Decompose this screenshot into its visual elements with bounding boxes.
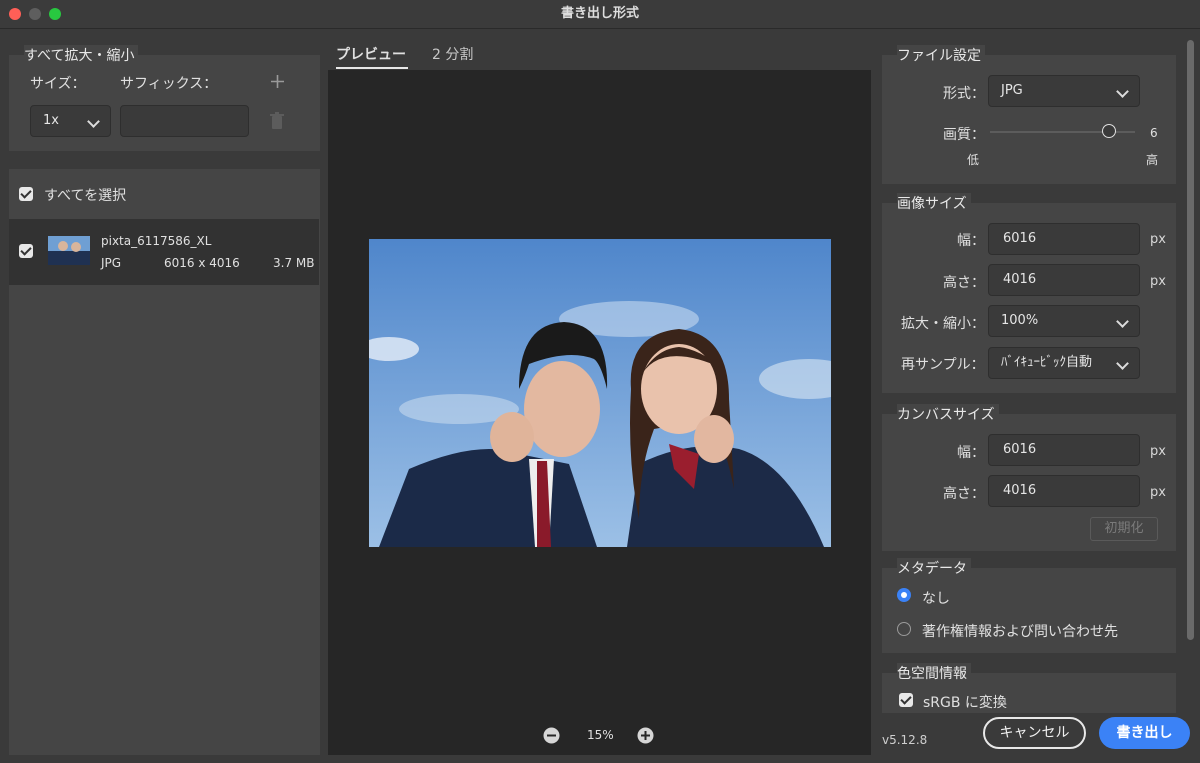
zoom-out-icon[interactable] — [543, 727, 560, 744]
image-width-unit: px — [1150, 232, 1166, 247]
size-dropdown[interactable]: 1x — [30, 105, 111, 137]
trash-icon[interactable] — [269, 112, 285, 130]
suffix-input[interactable] — [120, 105, 249, 137]
resample-value: ﾊﾞｲｷｭｰﾋﾞｯｸ自動 — [1001, 355, 1093, 370]
canvas-height-label: 高さ： — [943, 486, 985, 502]
file-settings-panel — [881, 54, 1177, 185]
add-icon[interactable] — [270, 74, 285, 89]
asset-checkbox[interactable] — [19, 244, 33, 258]
canvas-height-unit: px — [1150, 485, 1166, 500]
metadata-none-label: なし — [922, 591, 950, 607]
srgb-checkbox[interactable] — [899, 693, 913, 707]
asset-row[interactable]: pixta_6117586_XL JPG 6016 x 4016 3.7 MB — [9, 219, 319, 285]
chevron-down-icon — [1116, 315, 1129, 328]
chevron-down-icon — [1116, 357, 1129, 370]
format-label: 形式： — [943, 86, 985, 102]
image-height-label: 高さ： — [943, 275, 985, 291]
color-space-title: 色空間情報 — [897, 663, 971, 683]
tab-preview[interactable]: プレビュー — [336, 44, 406, 64]
select-all-label: すべてを選択 — [44, 188, 127, 204]
export-button[interactable]: 書き出し — [1099, 717, 1190, 749]
canvas-width-label: 幅： — [957, 445, 985, 461]
scale-value: 100% — [1001, 313, 1039, 328]
cancel-button[interactable]: キャンセル — [983, 717, 1086, 749]
image-height-unit: px — [1150, 274, 1166, 289]
canvas-width-unit: px — [1150, 444, 1166, 459]
zoom-level: 15% — [587, 728, 614, 742]
suffix-label: サフィックス： — [120, 76, 218, 92]
canvas-width-input[interactable]: 6016 — [988, 434, 1140, 466]
asset-dimensions: 6016 x 4016 — [164, 256, 240, 270]
chevron-down-icon — [87, 115, 100, 128]
metadata-copyright-radio[interactable] — [897, 622, 911, 636]
asset-filesize: 3.7 MB — [273, 256, 315, 270]
canvas-height-input[interactable]: 4016 — [988, 475, 1140, 507]
asset-format: JPG — [101, 256, 122, 270]
scale-all-panel — [8, 54, 321, 152]
metadata-copyright-label: 著作権情報および問い合わせ先 — [922, 624, 1118, 640]
image-height-input[interactable]: 4016 — [988, 264, 1140, 296]
quality-value: 6 — [1150, 126, 1158, 140]
quality-low-label: 低 — [967, 153, 980, 167]
scale-dropdown[interactable]: 100% — [988, 305, 1140, 337]
resample-dropdown[interactable]: ﾊﾞｲｷｭｰﾋﾞｯｸ自動 — [988, 347, 1140, 379]
metadata-none-radio[interactable] — [897, 588, 911, 602]
reset-button[interactable]: 初期化 — [1090, 517, 1158, 541]
resample-label: 再サンプル： — [901, 357, 985, 373]
active-tab-indicator — [336, 67, 408, 69]
canvas-size-title: カンバスサイズ — [897, 404, 999, 424]
select-all-checkbox[interactable] — [19, 187, 33, 201]
size-value: 1x — [43, 113, 59, 128]
format-dropdown[interactable]: JPG — [988, 75, 1140, 107]
image-width-label: 幅： — [957, 233, 985, 249]
srgb-label: sRGB に変換 — [923, 695, 1007, 711]
file-settings-title: ファイル設定 — [897, 45, 985, 65]
window-title: 書き出し形式 — [560, 6, 639, 21]
image-size-title: 画像サイズ — [897, 193, 971, 213]
tab-split[interactable]: 2 分割 — [432, 44, 473, 64]
title-bar: 書き出し形式 — [0, 0, 1200, 29]
asset-thumbnail — [48, 236, 90, 265]
quality-label: 画質： — [943, 127, 985, 143]
scale-all-title: すべて拡大・縮小 — [24, 45, 139, 65]
asset-name: pixta_6117586_XL — [101, 234, 212, 248]
quality-slider-thumb[interactable] — [1102, 124, 1116, 138]
size-label: サイズ： — [30, 76, 86, 92]
format-value: JPG — [1001, 83, 1023, 98]
zoom-in-icon[interactable] — [637, 727, 654, 744]
scale-label: 拡大・縮小： — [901, 316, 985, 332]
version-label: v5.12.8 — [882, 733, 928, 747]
quality-high-label: 高 — [1146, 153, 1159, 167]
metadata-title: メタデータ — [897, 558, 971, 578]
settings-scrollbar[interactable] — [1187, 40, 1194, 640]
image-width-input[interactable]: 6016 — [988, 223, 1140, 255]
preview-image — [369, 239, 831, 547]
chevron-down-icon — [1116, 85, 1129, 98]
